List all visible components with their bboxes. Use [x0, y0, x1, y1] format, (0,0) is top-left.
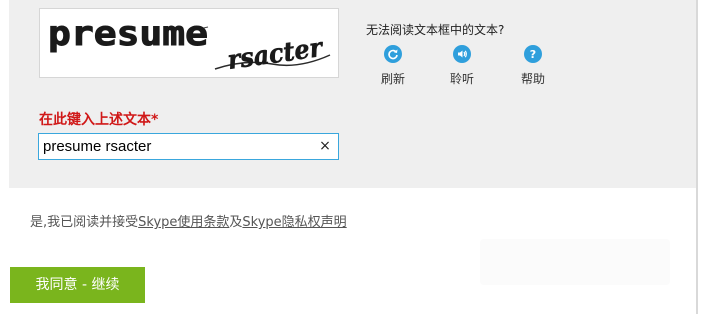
refresh-label: 刷新	[380, 72, 405, 86]
captcha-input[interactable]	[43, 135, 303, 158]
speaker-icon	[453, 45, 471, 63]
captcha-input-label: 在此键入上述文本*	[39, 112, 159, 128]
terms-conjunction: 及	[229, 215, 243, 230]
terms-statement: 是,我已阅读并接受Skype使用条款及Skype隐私权声明	[30, 211, 347, 230]
listen-label: 聆听	[449, 72, 474, 86]
captcha-image: presume rsacter	[39, 8, 339, 78]
terms-of-use-link[interactable]: Skype使用条款	[138, 215, 229, 230]
listen-button[interactable]: 聆听	[442, 45, 482, 87]
privacy-statement-link[interactable]: Skype隐私权声明	[242, 215, 346, 230]
refresh-button[interactable]: 刷新	[373, 45, 413, 87]
captcha-word-1: presume	[48, 14, 208, 54]
captcha-word-2: rsacter	[226, 33, 326, 76]
captcha-input-box: ×	[38, 133, 339, 160]
watermark	[480, 239, 670, 285]
agree-continue-button[interactable]: 我同意 - 继续	[10, 267, 145, 303]
right-margin	[698, 0, 707, 314]
refresh-icon	[384, 45, 402, 63]
terms-prefix: 是,我已阅读并接受	[30, 215, 139, 230]
clear-input-icon[interactable]: ×	[318, 138, 332, 154]
captcha-help-title: 无法阅读文本框中的文本?	[366, 23, 505, 37]
question-icon: ?	[524, 45, 542, 63]
svg-text:?: ?	[530, 48, 536, 60]
help-label: 帮助	[520, 72, 545, 86]
help-button[interactable]: ? 帮助	[513, 45, 553, 87]
left-margin	[0, 0, 9, 314]
